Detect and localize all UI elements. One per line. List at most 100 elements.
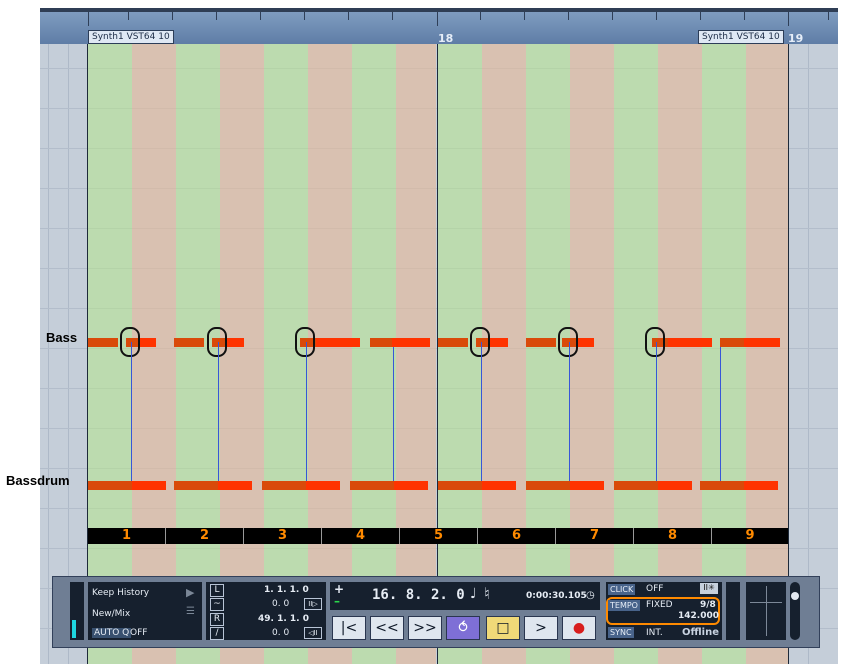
cursor-line: [218, 342, 219, 482]
bass-note[interactable]: [438, 338, 468, 347]
right-locator-line: [788, 44, 789, 664]
ruler-tick: [700, 12, 701, 20]
highlight-circle: [120, 327, 140, 357]
sync-right-icon[interactable]: ◁II: [304, 627, 322, 639]
beat-shade-orange: [132, 44, 176, 664]
ruler-tick: [480, 12, 481, 20]
goto-start-button[interactable]: |<: [332, 616, 366, 640]
jog-panel[interactable]: [746, 582, 786, 640]
beat-number: 1: [88, 528, 166, 544]
ruler-tick: [216, 12, 217, 20]
left-locator-button[interactable]: L: [210, 584, 224, 597]
click-value[interactable]: OFF: [646, 584, 663, 594]
bassdrum-note[interactable]: [614, 481, 692, 490]
stop-button[interactable]: □: [486, 616, 520, 640]
time-signature[interactable]: 9/8: [700, 600, 716, 610]
beat-shade-orange: [746, 44, 788, 664]
sync-mode[interactable]: INT.: [646, 628, 663, 638]
forward-button[interactable]: >>: [408, 616, 442, 640]
bass-note[interactable]: [88, 338, 118, 347]
punch-out-icon[interactable]: /: [210, 627, 224, 640]
cursor-line: [393, 347, 394, 482]
tempo-panel: CLICK OFF II✳ TEMPO FIXED 9/8 142.000 SY…: [606, 582, 722, 640]
beat-shade-green: [702, 44, 746, 664]
bass-note[interactable]: [526, 338, 556, 347]
clock-icon[interactable]: ◷: [586, 590, 595, 601]
click-label[interactable]: CLICK: [608, 584, 636, 595]
left-locator-sub: 0. 0: [272, 599, 290, 609]
new-mix-label[interactable]: New/Mix: [92, 609, 130, 619]
slider-knob[interactable]: [791, 592, 799, 600]
sync-left-icon[interactable]: II▷: [304, 598, 322, 610]
output-slider[interactable]: [790, 582, 800, 640]
bass-note[interactable]: [720, 338, 780, 347]
part-label-right[interactable]: Synth1 VST64 10: [698, 30, 784, 44]
auto-q-value[interactable]: OFF: [130, 628, 147, 638]
beat-number: 4: [322, 528, 400, 544]
record-button[interactable]: ●: [562, 616, 596, 640]
marker-panel: [726, 582, 740, 640]
beat-shade-orange: [658, 44, 702, 664]
bassdrum-note[interactable]: [350, 481, 428, 490]
bar-position[interactable]: 16. 8. 2. 0: [372, 587, 465, 603]
bassdrum-note[interactable]: [700, 481, 778, 490]
ruler-bar-19: 19: [788, 32, 804, 45]
beat-shade-orange: [220, 44, 264, 664]
sync-status: Offline: [682, 627, 719, 638]
highlight-circle: [470, 327, 490, 357]
part-label-left[interactable]: Synth1 VST64 10: [88, 30, 174, 44]
list-icon[interactable]: ☰: [186, 606, 195, 617]
rewind-button[interactable]: <<: [370, 616, 404, 640]
bassdrum-note[interactable]: [88, 481, 166, 490]
beat-shade-orange: [396, 44, 436, 664]
auto-q-label[interactable]: AUTO Q: [92, 628, 132, 638]
beat-shade-orange: [570, 44, 614, 664]
cycle-button[interactable]: ⥀: [446, 616, 480, 640]
highlight-circle: [207, 327, 227, 357]
play-arrow-icon[interactable]: ▶: [186, 586, 194, 599]
level-meter: [70, 582, 84, 640]
sync-label[interactable]: SYNC: [608, 627, 634, 638]
left-locator-value[interactable]: 1. 1. 1. 0: [264, 585, 309, 595]
highlight-circle: [558, 327, 578, 357]
tempo-mode[interactable]: FIXED: [646, 600, 673, 610]
right-locator-button[interactable]: R: [210, 613, 224, 626]
cursor-line: [656, 342, 657, 482]
beat-number: 2: [166, 528, 244, 544]
key-editor: 18 19 Synth1 VST64 10 Synth1 VST64 10 1 …: [40, 8, 838, 664]
ruler-tick: [524, 12, 525, 20]
highlight-circle: [645, 327, 665, 357]
bassdrum-note[interactable]: [526, 481, 604, 490]
grid-line: [48, 44, 49, 664]
play-button[interactable]: >: [524, 616, 558, 640]
bassdrum-note[interactable]: [174, 481, 252, 490]
tempo-value[interactable]: 142.000: [678, 611, 719, 621]
bassdrum-note[interactable]: [438, 481, 516, 490]
beat-shade-orange: [482, 44, 526, 664]
note-lane[interactable]: [88, 44, 788, 664]
ruler-tick: [348, 12, 349, 20]
bar-ruler[interactable]: 18 19 Synth1 VST64 10 Synth1 VST64 10: [40, 12, 838, 45]
click-settings-icon[interactable]: II✳: [700, 583, 718, 594]
right-locator-value[interactable]: 49. 1. 1. 0: [258, 614, 309, 624]
bass-note[interactable]: [370, 338, 430, 347]
punch-in-icon[interactable]: ~: [210, 598, 224, 611]
tempo-label[interactable]: TEMPO: [608, 600, 640, 611]
meter-fill: [72, 620, 76, 638]
history-panel: Keep History ▶ New/Mix ☰ AUTO Q OFF: [88, 582, 202, 640]
left-locator-line: [87, 44, 88, 664]
cursor-line: [720, 347, 721, 482]
grid-line: [68, 44, 69, 664]
beat-number: 9: [745, 528, 755, 543]
bar-line: [437, 44, 438, 664]
bassdrum-note[interactable]: [262, 481, 340, 490]
minus-button[interactable]: –: [334, 594, 340, 608]
bass-note[interactable]: [174, 338, 204, 347]
track-label-bassdrum: Bassdrum: [6, 473, 70, 488]
ruler-tick: [656, 12, 657, 20]
time-position[interactable]: 0:00:30.105: [526, 591, 587, 601]
jog-vertical-line: [766, 586, 767, 636]
ruler-tick: [172, 12, 173, 20]
keep-history-label[interactable]: Keep History: [92, 588, 149, 598]
track-label-bass: Bass: [46, 330, 78, 345]
